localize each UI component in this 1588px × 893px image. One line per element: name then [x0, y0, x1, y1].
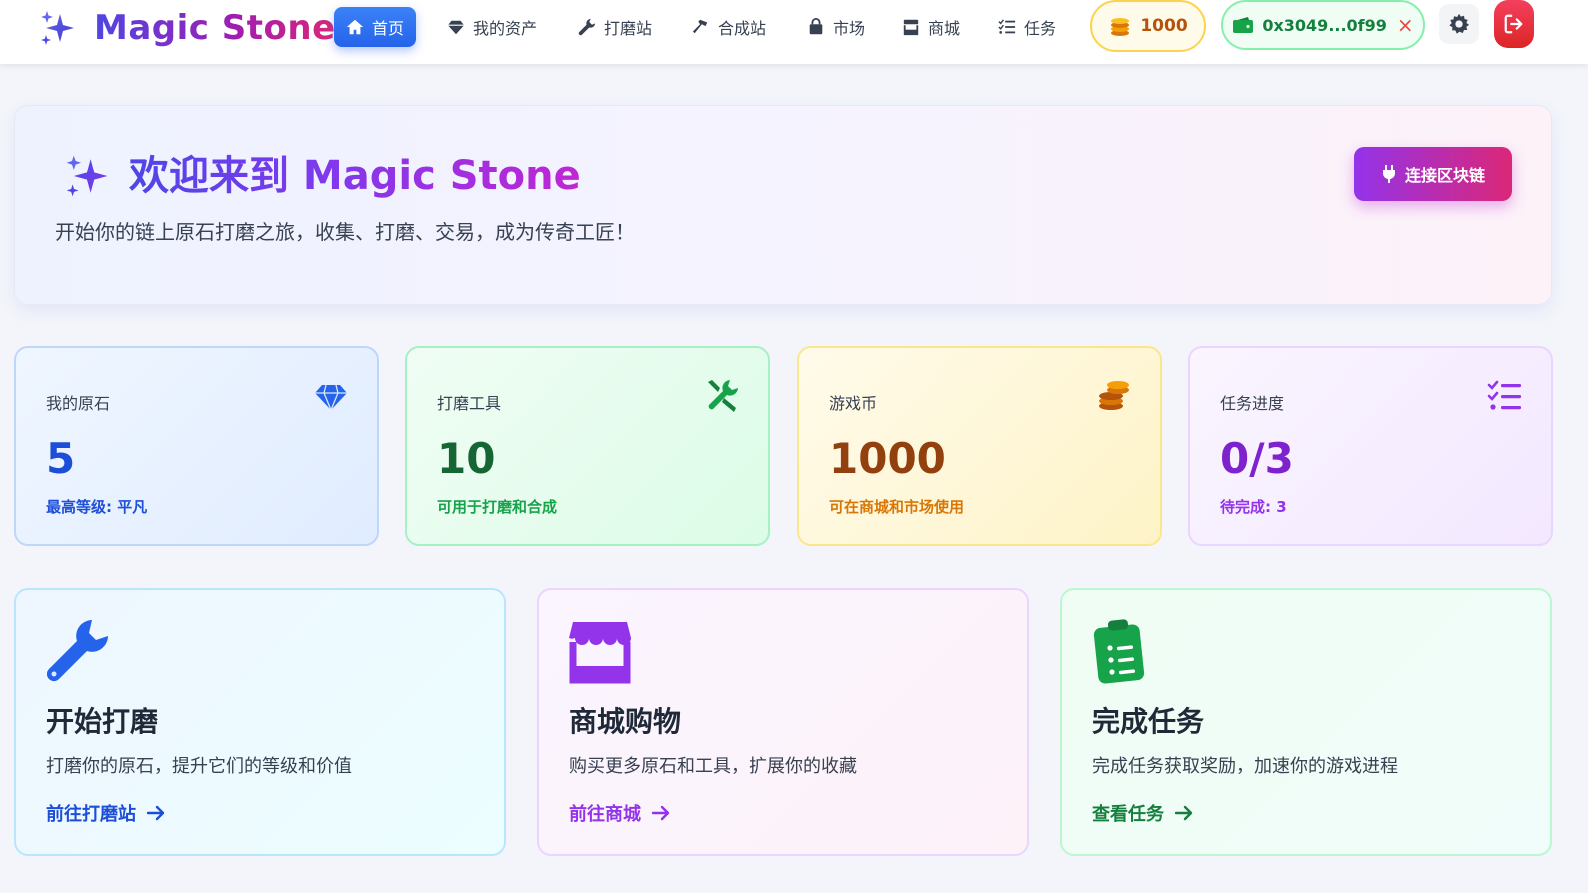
action-card-tasks[interactable]: 完成任务 完成任务获取奖励，加速你的游戏进程 查看任务	[1060, 588, 1552, 856]
nav-home-label: 首页	[372, 19, 405, 38]
sparkles-icon	[66, 155, 108, 197]
view-tasks-link[interactable]: 查看任务	[1092, 800, 1194, 826]
logout-button[interactable]	[1494, 0, 1534, 48]
arrow-right-icon	[1174, 805, 1193, 821]
action-title: 商城购物	[569, 705, 682, 738]
settings-button[interactable]	[1439, 4, 1479, 44]
home-icon	[346, 19, 364, 35]
stat-value: 0/3	[1220, 434, 1294, 483]
welcome-subtitle: 开始你的链上原石打磨之旅，收集、打磨、交易，成为传奇工匠！	[55, 220, 635, 244]
brand-name: Magic Stone	[94, 8, 336, 48]
action-title: 开始打磨	[46, 705, 159, 738]
shopping-bag-icon	[809, 18, 823, 35]
welcome-banner: 欢迎来到 Magic Stone 开始你的链上原石打磨之旅，收集、打磨、交易，成…	[14, 105, 1552, 305]
action-description: 打磨你的原石，提升它们的等级和价值	[46, 756, 352, 777]
list-check-icon	[1487, 380, 1521, 410]
connect-blockchain-label: 连接区块链	[1404, 166, 1485, 185]
action-link-label: 前往商城	[569, 804, 641, 825]
nav-my-assets-label: 我的资产	[473, 19, 538, 38]
nav-home[interactable]: 首页	[334, 7, 417, 47]
stat-note: 可用于打磨和合成	[437, 498, 558, 516]
action-link-label: 查看任务	[1092, 804, 1164, 825]
stat-value: 5	[46, 434, 76, 483]
stat-value: 1000	[829, 434, 946, 483]
list-check-icon	[998, 19, 1016, 34]
hammer-icon	[692, 19, 708, 34]
welcome-title: 欢迎来到 Magic Stone	[63, 150, 581, 202]
stat-card-stones[interactable]: 我的原石 5 最高等级: 平凡	[14, 346, 379, 546]
stat-value: 10	[437, 434, 496, 483]
store-icon	[569, 622, 631, 684]
store-icon	[903, 19, 919, 36]
nav-tasks[interactable]: 任务	[986, 7, 1068, 47]
coins-icon	[1111, 18, 1130, 36]
stat-label: 打磨工具	[437, 394, 502, 413]
tools-icon	[708, 380, 738, 412]
nav-polish-station-label: 打磨站	[604, 19, 653, 38]
stat-note: 最高等级: 平凡	[46, 498, 148, 516]
gear-icon	[1449, 13, 1470, 34]
nav-my-assets[interactable]: 我的资产	[435, 7, 549, 47]
nav-synthesis-station-label: 合成站	[718, 19, 767, 38]
sparkles-icon	[41, 11, 74, 45]
coin-balance[interactable]: 1000	[1090, 0, 1206, 52]
gem-icon	[447, 20, 465, 35]
welcome-title-text: 欢迎来到 Magic Stone	[129, 150, 581, 202]
stat-card-tools[interactable]: 打磨工具 10 可用于打磨和合成	[405, 346, 770, 546]
coins-icon	[1099, 381, 1129, 410]
stat-label: 任务进度	[1220, 394, 1285, 413]
action-title: 完成任务	[1092, 705, 1205, 738]
brand-logo[interactable]: Magic Stone	[38, 8, 336, 48]
nav-store[interactable]: 商城	[890, 7, 972, 47]
action-link-label: 前往打磨站	[46, 804, 136, 825]
stat-note: 待完成: 3	[1220, 498, 1287, 516]
wallet-address[interactable]: 0x3049...0f99 ×	[1221, 0, 1425, 50]
clipboard-list-icon	[1093, 619, 1145, 684]
arrow-right-icon	[146, 805, 165, 821]
action-card-polish[interactable]: 开始打磨 打磨你的原石，提升它们的等级和价值 前往打磨站	[14, 588, 506, 856]
nav-tasks-label: 任务	[1024, 19, 1057, 38]
plug-icon	[1382, 165, 1395, 183]
action-description: 完成任务获取奖励，加速你的游戏进程	[1092, 756, 1398, 777]
nav-store-label: 商城	[928, 19, 961, 38]
arrow-right-icon	[651, 805, 670, 821]
logout-icon	[1504, 14, 1523, 34]
stat-label: 游戏币	[829, 394, 878, 413]
goto-polish-station-link[interactable]: 前往打磨站	[46, 800, 166, 826]
wallet-icon	[1233, 17, 1254, 33]
stat-card-tasks[interactable]: 任务进度 0/3 待完成: 3	[1188, 346, 1553, 546]
wrench-icon	[578, 18, 596, 36]
stat-label: 我的原石	[46, 394, 111, 413]
gem-icon	[315, 384, 347, 411]
stat-note: 可在商城和市场使用	[829, 498, 965, 516]
goto-store-link[interactable]: 前往商城	[569, 800, 671, 826]
stat-card-coins[interactable]: 游戏币 1000 可在商城和市场使用	[797, 346, 1162, 546]
top-navbar: Magic Stone 首页 我的资产 打磨站 合成站 市场 商城 任务 100…	[0, 0, 1588, 64]
action-card-store[interactable]: 商城购物 购买更多原石和工具，扩展你的收藏 前往商城	[537, 588, 1029, 856]
nav-market[interactable]: 市场	[795, 7, 877, 47]
connect-blockchain-button[interactable]: 连接区块链	[1354, 147, 1512, 201]
nav-market-label: 市场	[833, 19, 866, 38]
nav-synthesis-station[interactable]: 合成站	[680, 7, 778, 47]
wallet-address-text: 0x3049...0f99	[1262, 15, 1387, 35]
nav-polish-station[interactable]: 打磨站	[566, 7, 664, 47]
disconnect-wallet-icon[interactable]: ×	[1397, 15, 1414, 35]
coin-balance-value: 1000	[1140, 16, 1188, 36]
wrench-icon	[46, 620, 108, 682]
action-description: 购买更多原石和工具，扩展你的收藏	[569, 756, 857, 777]
